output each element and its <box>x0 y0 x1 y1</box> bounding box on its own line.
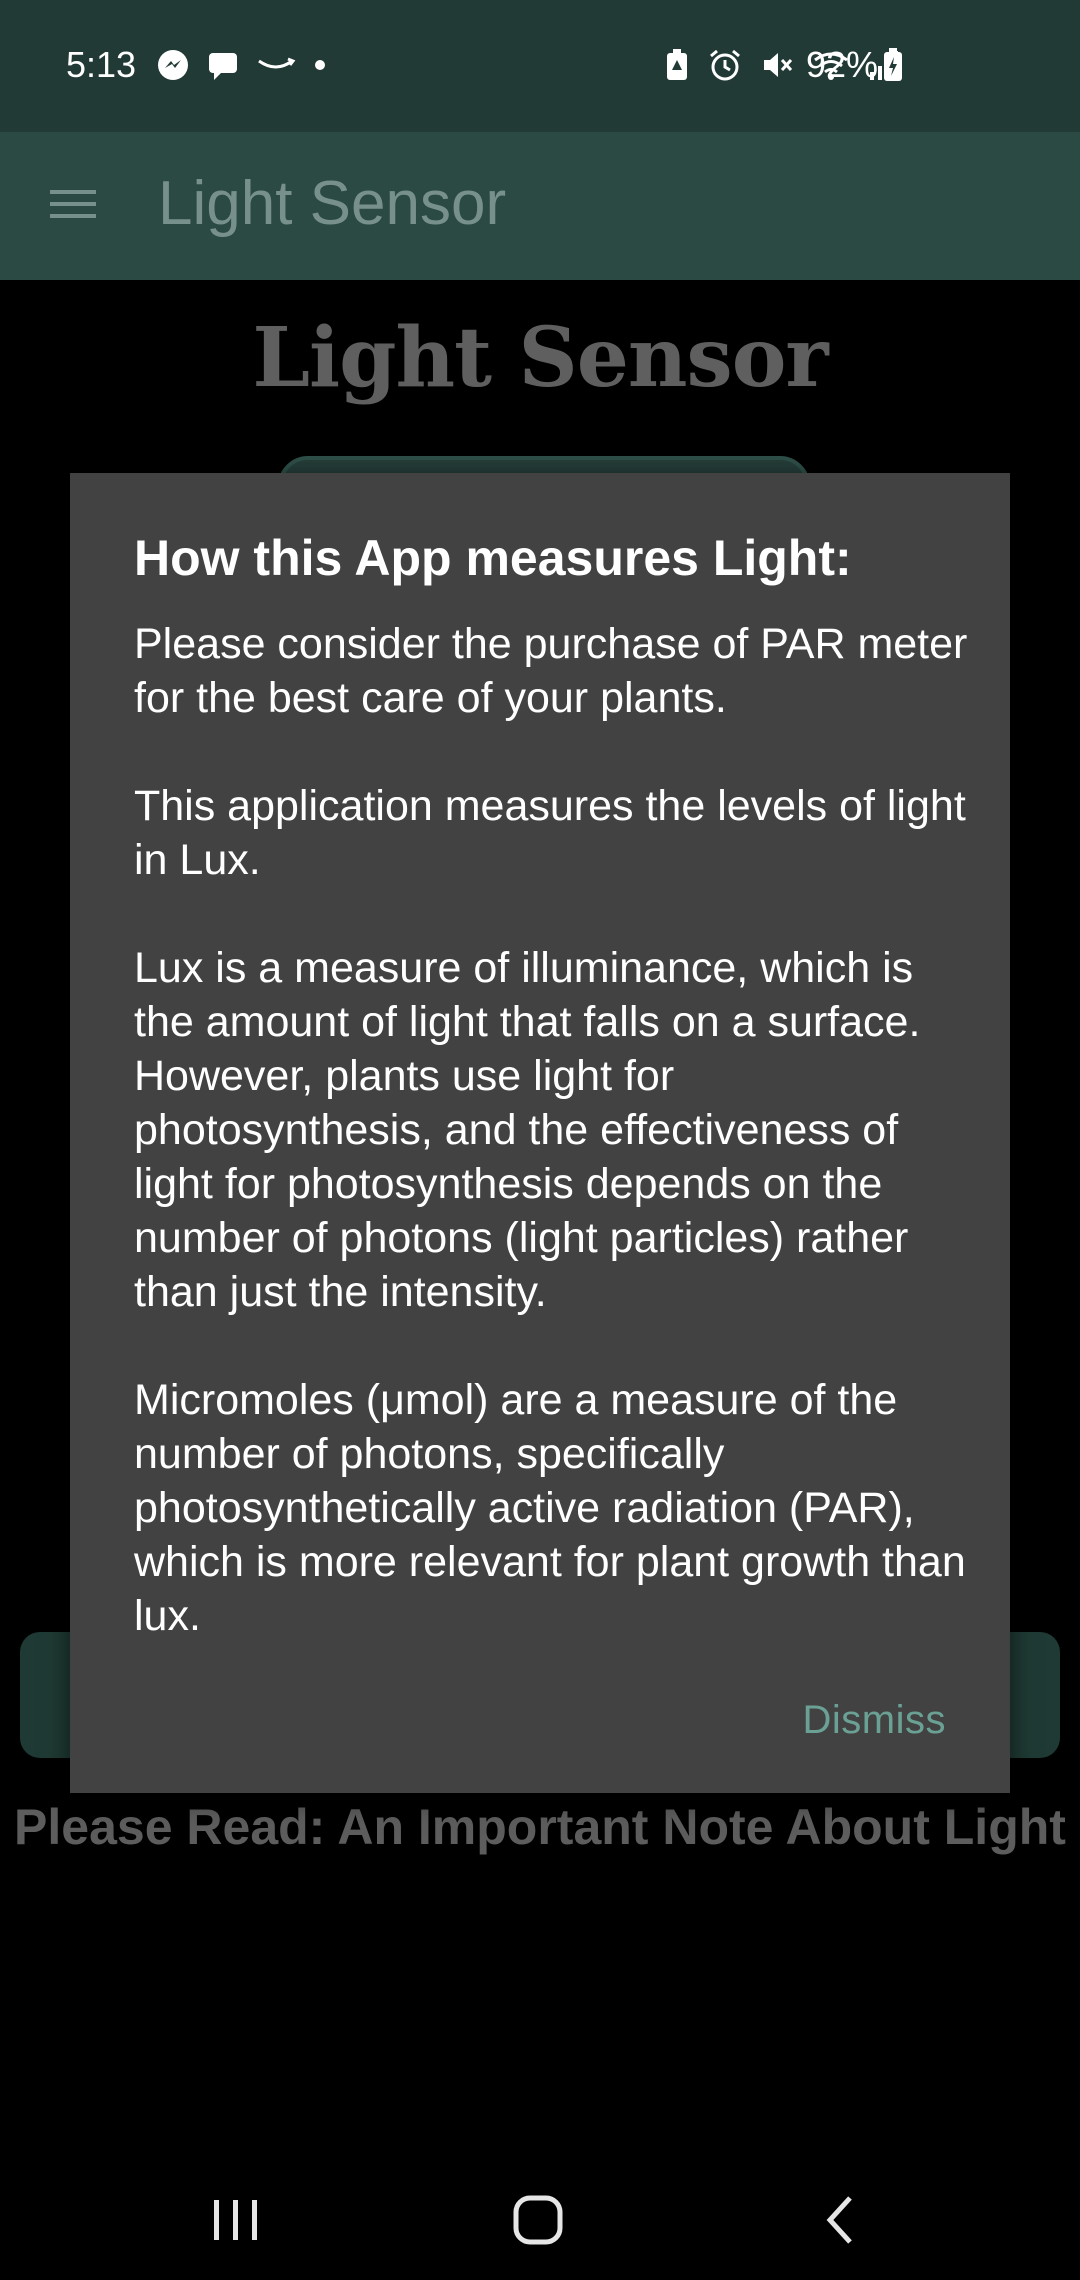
dialog-paragraph: This application measures the levels of … <box>134 782 966 884</box>
amazon-icon <box>256 55 296 75</box>
app-bar-title: Light Sensor <box>158 169 507 238</box>
battery-indicator: 92% <box>806 44 904 86</box>
battery-saver-icon <box>664 48 690 82</box>
home-icon[interactable] <box>510 2194 566 2246</box>
dialog-message: Please consider the purchase of PAR mete… <box>134 617 974 1643</box>
dialog-paragraph: Please consider the purchase of PAR mete… <box>134 620 968 722</box>
mute-icon <box>760 48 794 82</box>
battery-percent: 92% <box>805 44 878 85</box>
hamburger-menu-icon[interactable] <box>44 174 104 234</box>
app-bar: Light Sensor <box>0 132 1080 280</box>
dialog-title: How this App measures Light: <box>134 530 852 586</box>
alarm-icon <box>708 48 742 82</box>
messenger-icon <box>156 48 190 82</box>
navigation-bar <box>0 2160 1080 2280</box>
battery-icon <box>882 47 904 83</box>
dot-icon <box>312 57 328 73</box>
info-dialog: How this App measures Light: Please cons… <box>70 473 1010 1793</box>
status-bar: 5:13 92% <box>0 0 1080 132</box>
dialog-paragraph: Micromoles (μmol) are a measure of the n… <box>134 1376 966 1640</box>
important-note-link: Please Read: An Important Note About Lig… <box>14 1799 1066 1855</box>
back-icon[interactable] <box>820 2194 864 2246</box>
status-time: 5:13 <box>66 44 137 85</box>
chat-icon <box>206 48 240 82</box>
page-heading: Light Sensor <box>252 310 828 406</box>
notification-icons <box>156 48 328 82</box>
dismiss-button[interactable]: Dismiss <box>803 1698 946 1743</box>
dialog-paragraph: Lux is a measure of illuminance, which i… <box>134 944 921 1316</box>
recents-icon[interactable] <box>208 2194 264 2246</box>
